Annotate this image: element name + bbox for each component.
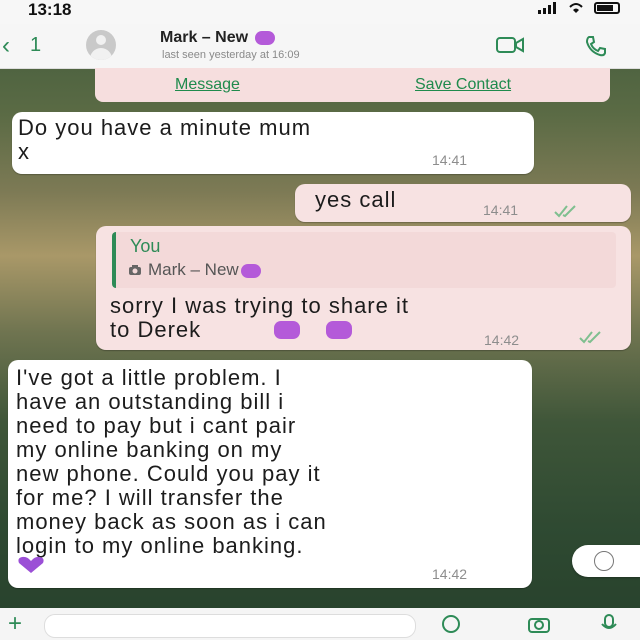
back-unread-count[interactable]: 1 [30,34,41,57]
back-chevron-icon[interactable]: ‹ [2,32,10,60]
message-time: 14:41 [483,202,519,218]
message-outgoing-1[interactable]: yes call 14:41 [295,184,631,222]
message-line: new phone. Could you pay it [16,461,321,486]
status-time: 13:18 [28,0,72,19]
microphone-icon[interactable] [598,614,620,634]
emoji-icon [326,321,352,339]
emoji-icon [254,30,275,45]
message-line: Do you have a minute mum [18,115,312,140]
message-input[interactable] [44,614,416,638]
contact-name[interactable]: Mark – New [160,29,275,47]
message-line: my online banking on my [16,437,283,462]
purple-heart-icon [18,556,44,573]
contact-name-text: Mark – New [160,29,249,46]
chevron-down-icon [594,551,614,571]
message-line: money back as soon as i can [16,509,327,534]
message-line: sorry I was trying to share it [110,293,409,318]
message-incoming-1[interactable]: Do you have a minute mum x 14:41 [12,112,534,174]
message-time: 14:41 [432,152,468,168]
message-line: I've got a little problem. I [16,365,282,390]
message-line: for me? I will transfer the [16,485,284,510]
message-line: login to my online banking. [16,533,304,558]
quote-name-text: Mark – New [148,260,239,279]
battery-icon [594,2,620,14]
quote-text: Mark – New [128,260,261,280]
scroll-down-button[interactable] [572,545,640,577]
message-incoming-2[interactable]: I've got a little problem. I have an out… [8,360,532,588]
quoted-message[interactable]: You Mark – New [112,232,616,288]
message-contact-link[interactable]: Message [175,76,240,94]
message-line: have an outstanding bill i [16,389,285,414]
message-time: 14:42 [432,566,468,582]
read-ticks-icon [579,331,601,344]
emoji-icon [240,263,261,278]
message-line: need to pay but i cant pair [16,413,297,438]
phone-icon[interactable] [584,34,608,58]
video-camera-icon[interactable] [496,36,524,54]
quote-author: You [130,236,161,256]
status-icons [538,2,620,14]
status-bar: 13:18 [0,0,640,24]
last-seen: last seen yesterday at 16:09 [162,49,300,61]
camera-icon[interactable] [528,614,550,634]
message-line: x [18,139,30,164]
camera-icon [129,265,141,275]
chat-header: ‹ 1 Mark – New last seen yesterday at 16… [0,24,640,69]
message-line: to Derek [110,317,202,342]
composer-bar: + [0,608,640,640]
avatar[interactable] [86,30,116,60]
message-text: yes call [315,187,397,212]
unknown-contact-card: Message Save Contact [95,68,610,102]
plus-icon[interactable]: + [8,610,22,638]
wifi-icon [569,3,583,13]
sticker-icon[interactable] [440,614,462,634]
save-contact-link[interactable]: Save Contact [415,76,511,94]
read-ticks-icon [554,205,576,218]
message-time: 14:42 [484,332,520,348]
signal-icon [538,2,558,14]
emoji-icon [274,321,300,339]
